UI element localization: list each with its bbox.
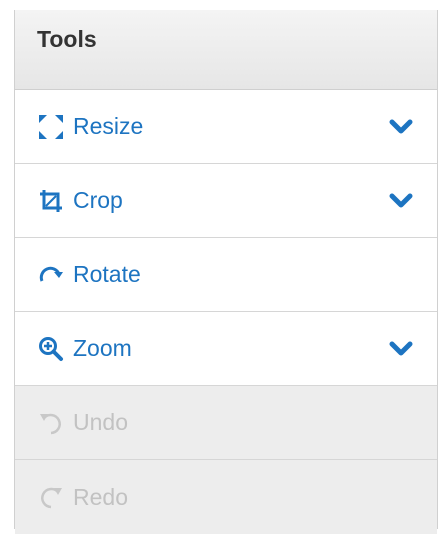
zoom-in-icon — [37, 335, 65, 363]
crop-tool-button[interactable]: Crop — [15, 164, 437, 238]
chevron-down-icon[interactable] — [389, 192, 413, 210]
chevron-down-icon[interactable] — [389, 118, 413, 136]
undo-label: Undo — [73, 409, 128, 435]
crop-label: Crop — [73, 187, 123, 213]
crop-icon — [37, 187, 65, 215]
resize-label: Resize — [73, 113, 144, 139]
zoom-label: Zoom — [73, 335, 132, 361]
panel-title: Tools — [37, 26, 97, 52]
undo-tool-button[interactable]: Undo — [15, 386, 437, 460]
tools-panel: Tools Resize Crop Rotate Zoom Undo Redo — [14, 10, 438, 534]
resize-icon — [37, 113, 65, 141]
resize-tool-button[interactable]: Resize — [15, 90, 437, 164]
undo-icon — [37, 409, 65, 437]
panel-header: Tools — [15, 10, 437, 90]
redo-tool-button[interactable]: Redo — [15, 460, 437, 534]
redo-label: Redo — [73, 483, 128, 510]
chevron-down-icon[interactable] — [389, 340, 413, 358]
redo-icon — [37, 483, 65, 511]
rotate-icon — [37, 261, 65, 289]
rotate-tool-button[interactable]: Rotate — [15, 238, 437, 312]
zoom-tool-button[interactable]: Zoom — [15, 312, 437, 386]
rotate-label: Rotate — [73, 261, 141, 287]
